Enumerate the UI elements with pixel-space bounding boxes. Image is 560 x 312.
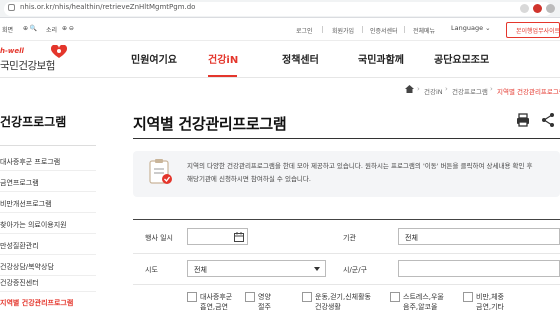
divider (322, 26, 323, 33)
page-title: 지역별 건강관리프로그램 (133, 115, 287, 133)
sidebar-divider (0, 145, 96, 146)
zoom-label: 회면 (2, 27, 14, 34)
chevron-right-icon: › (445, 85, 448, 93)
login-link[interactable]: 로그인 (296, 26, 313, 35)
lock-icon (8, 4, 15, 11)
row-divider (133, 253, 560, 254)
form-top-border (133, 219, 560, 220)
gnb-about[interactable]: 공단요모조모 (434, 51, 489, 66)
sound-controls[interactable]: ⊕ ⊖ (62, 25, 74, 32)
chevron-right-icon: › (490, 85, 493, 93)
breadcrumb-current: 지역별 건강관리프로그램 (497, 88, 560, 96)
divider (404, 26, 405, 33)
checkbox-label: 운동,걷기,신체활동 (315, 293, 371, 301)
sidebar-item-chronic[interactable]: 만성질환관리 (0, 235, 96, 255)
extension-icon[interactable] (520, 4, 529, 13)
gnb-policy-center[interactable]: 정책센터 (282, 51, 319, 66)
checkbox-nutrition[interactable] (245, 292, 255, 302)
checkbox-label: 대사증후군 (200, 293, 233, 301)
breadcrumb-item[interactable]: 건강iN (424, 86, 443, 96)
heart-logo-icon (51, 45, 67, 58)
chevron-down-icon (314, 267, 320, 271)
org-select[interactable]: 전체 (398, 228, 560, 245)
gnb-civil-service[interactable]: 민원여기요 (131, 51, 177, 66)
checkbox-label: 음주,알코올 (403, 303, 438, 311)
print-icon[interactable] (515, 112, 531, 128)
sidebar-item-obesity[interactable]: 비만개선프로그램 (0, 193, 96, 213)
zoom-controls[interactable]: ⊕ 🔍 (23, 25, 37, 32)
sigungu-label: 시/군/구 (343, 266, 368, 274)
org-label: 기관 (343, 234, 356, 242)
checkbox-label: 흡연,금연 (200, 303, 228, 311)
signup-link[interactable]: 회원가입 (332, 26, 354, 35)
sidebar-item-health-center[interactable]: 건강증진센터 (0, 272, 96, 292)
checkbox-exercise[interactable] (302, 292, 312, 302)
chevron-right-icon: › (417, 85, 420, 93)
logo-tagline: h-well (0, 47, 24, 55)
title-divider (133, 138, 560, 139)
sidebar-item-medical-support[interactable]: 찾아가는 의료이용지원 (0, 214, 96, 234)
branch-site-button[interactable]: 본이행업무사이트 (506, 22, 560, 38)
calendar-icon[interactable] (234, 232, 244, 242)
logo[interactable]: 국민건강보험 (0, 58, 55, 73)
checkbox-metabolic[interactable] (187, 292, 197, 302)
date-label: 행사 일시 (145, 234, 173, 242)
profile-icon[interactable] (533, 4, 542, 13)
gnb-health-in[interactable]: 건강iN (208, 51, 238, 66)
sigungu-select[interactable] (398, 260, 560, 277)
share-icon[interactable] (540, 112, 556, 128)
language-select[interactable]: Language ⌄ (451, 24, 491, 32)
checkbox-label: 스트레스,우울 (403, 293, 444, 301)
sido-label: 시도 (145, 266, 158, 274)
checkbox-obesity[interactable] (463, 292, 473, 302)
info-line: 지역의 다양한 건강관리프로그램을 한데 모아 제공하고 있습니다. 원하시는 … (187, 162, 533, 170)
sidebar-title: 건강프로그램 (0, 115, 67, 129)
home-icon[interactable] (405, 85, 414, 93)
checkbox-label: 금연,기타 (476, 303, 504, 311)
chevron-down-icon: ⌄ (485, 24, 491, 32)
divider (362, 26, 363, 33)
checkbox-stress[interactable] (390, 292, 400, 302)
gnb-together[interactable]: 국민과함께 (358, 51, 404, 66)
sidebar-item-metabolic[interactable]: 대사증후군 프로그램 (0, 151, 96, 171)
breadcrumb-item[interactable]: 건강프로그램 (452, 86, 488, 96)
cert-center-link[interactable]: 인증서센터 (370, 26, 398, 35)
row-divider (133, 284, 560, 285)
all-menu-link[interactable]: 전체메뉴 (413, 26, 435, 35)
checkbox-label: 비만,체중 (476, 293, 504, 301)
info-line: 해당기관에 신청하시면 참여하실 수 있습니다. (187, 175, 311, 183)
language-label: Language (451, 24, 484, 32)
menu-icon[interactable] (546, 4, 555, 13)
sidebar-item-smoking[interactable]: 금연프로그램 (0, 172, 96, 192)
sound-label: 소리 (46, 27, 58, 34)
checkbox-label: 건강생활 (315, 303, 341, 311)
checkbox-label: 영양 (258, 293, 271, 301)
url-text: nhis.or.kr/nhis/healthin/retrieveZnHltMg… (20, 3, 196, 11)
sidebar-item-regional[interactable]: 지역별 건강관리프로그램 (0, 292, 96, 312)
checklist-icon (149, 159, 172, 184)
info-text: 지역의 다양한 건강관리프로그램을 한데 모아 제공하고 있습니다. 원하시는 … (187, 160, 555, 186)
sido-select[interactable]: 전체 (187, 260, 326, 277)
checkbox-label: 절주 (258, 303, 271, 311)
header-divider (0, 77, 560, 78)
